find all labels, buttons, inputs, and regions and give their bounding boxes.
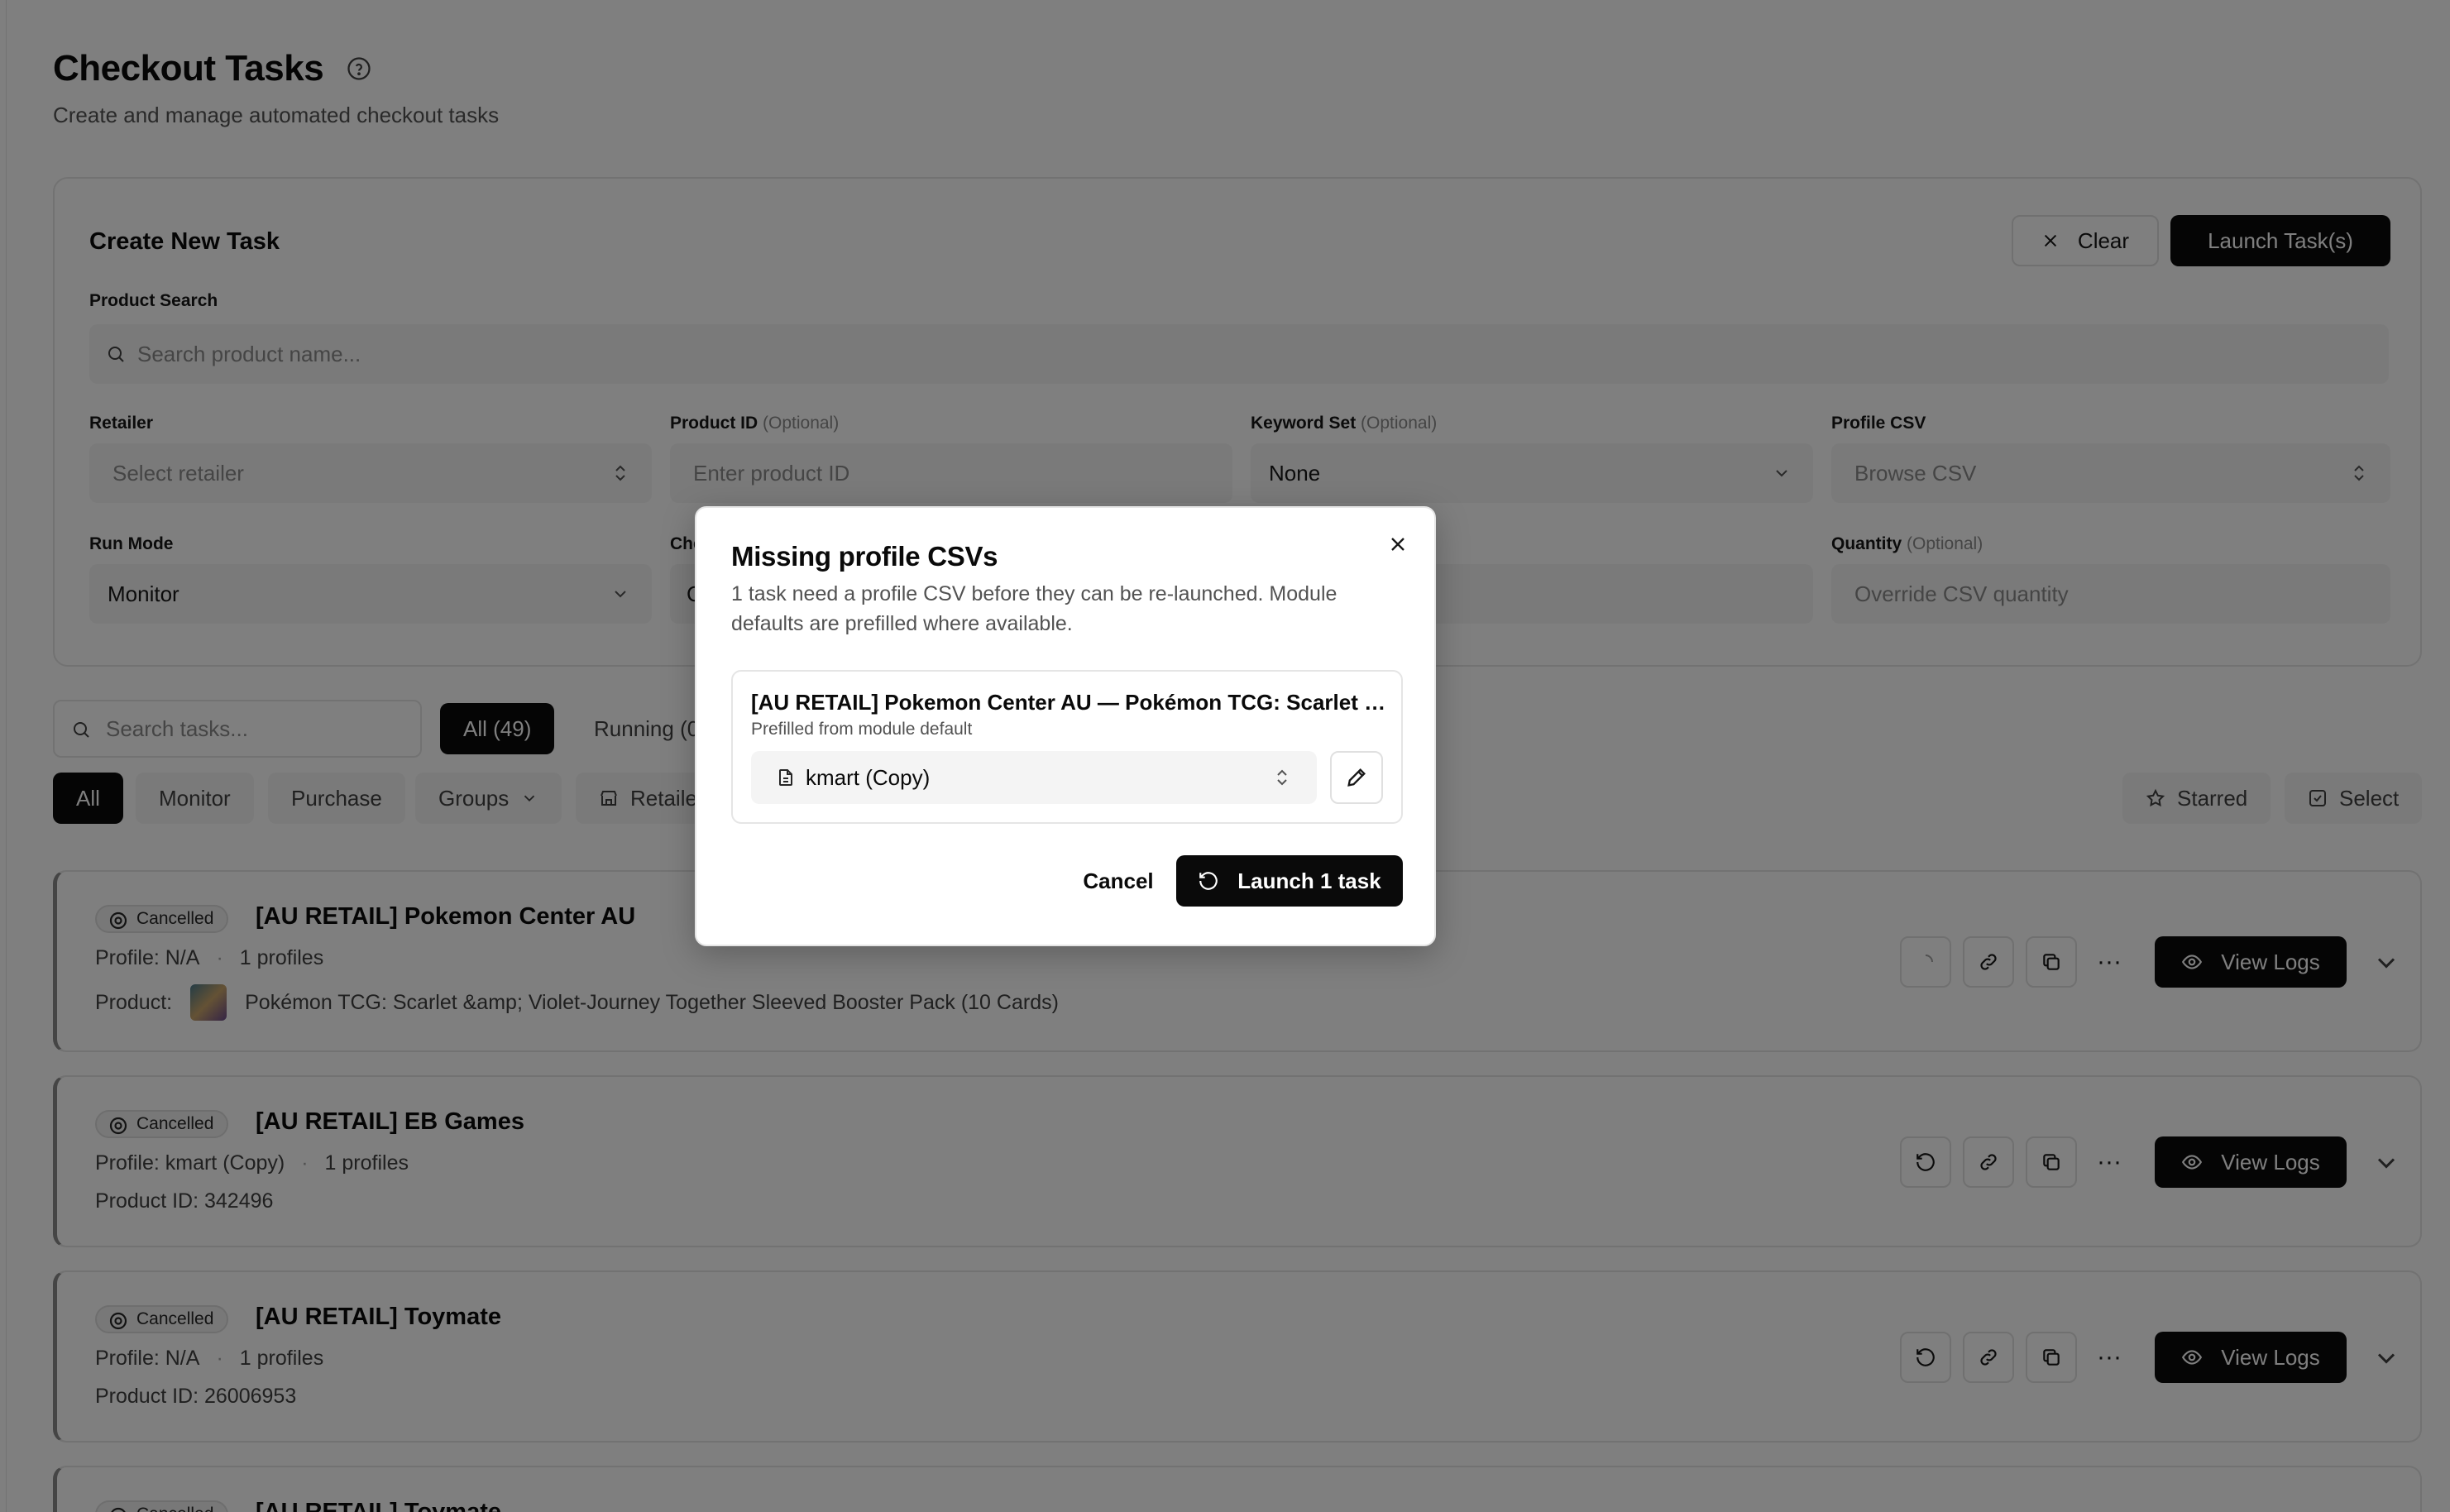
- chevrons-up-down-icon: [1277, 769, 1287, 786]
- launch-task-button[interactable]: Launch 1 task: [1176, 855, 1403, 907]
- profile-csv-select[interactable]: kmart (Copy): [751, 751, 1317, 804]
- rotate-ccw-icon: [1199, 872, 1218, 890]
- entry-task-title: [AU RETAIL] Pokemon Center AU — Pokémon …: [751, 690, 1388, 715]
- entry-subtitle: Prefilled from module default: [751, 720, 973, 739]
- file-icon: [779, 769, 792, 786]
- missing-csv-dialog: Missing profile CSVs 1 task need a profi…: [695, 506, 1436, 946]
- cancel-button[interactable]: Cancel: [1052, 855, 1184, 907]
- dialog-title: Missing profile CSVs: [731, 541, 998, 572]
- missing-csv-entry: [AU RETAIL] Pokemon Center AU — Pokémon …: [731, 670, 1403, 824]
- launch-task-label: Launch 1 task: [1237, 868, 1381, 893]
- dialog-description: 1 task need a profile CSV before they ca…: [731, 582, 1337, 635]
- edit-csv-button[interactable]: [1330, 751, 1383, 804]
- close-icon[interactable]: [1386, 533, 1409, 556]
- csv-select-value: kmart (Copy): [806, 764, 931, 790]
- pencil-icon: [1347, 768, 1366, 787]
